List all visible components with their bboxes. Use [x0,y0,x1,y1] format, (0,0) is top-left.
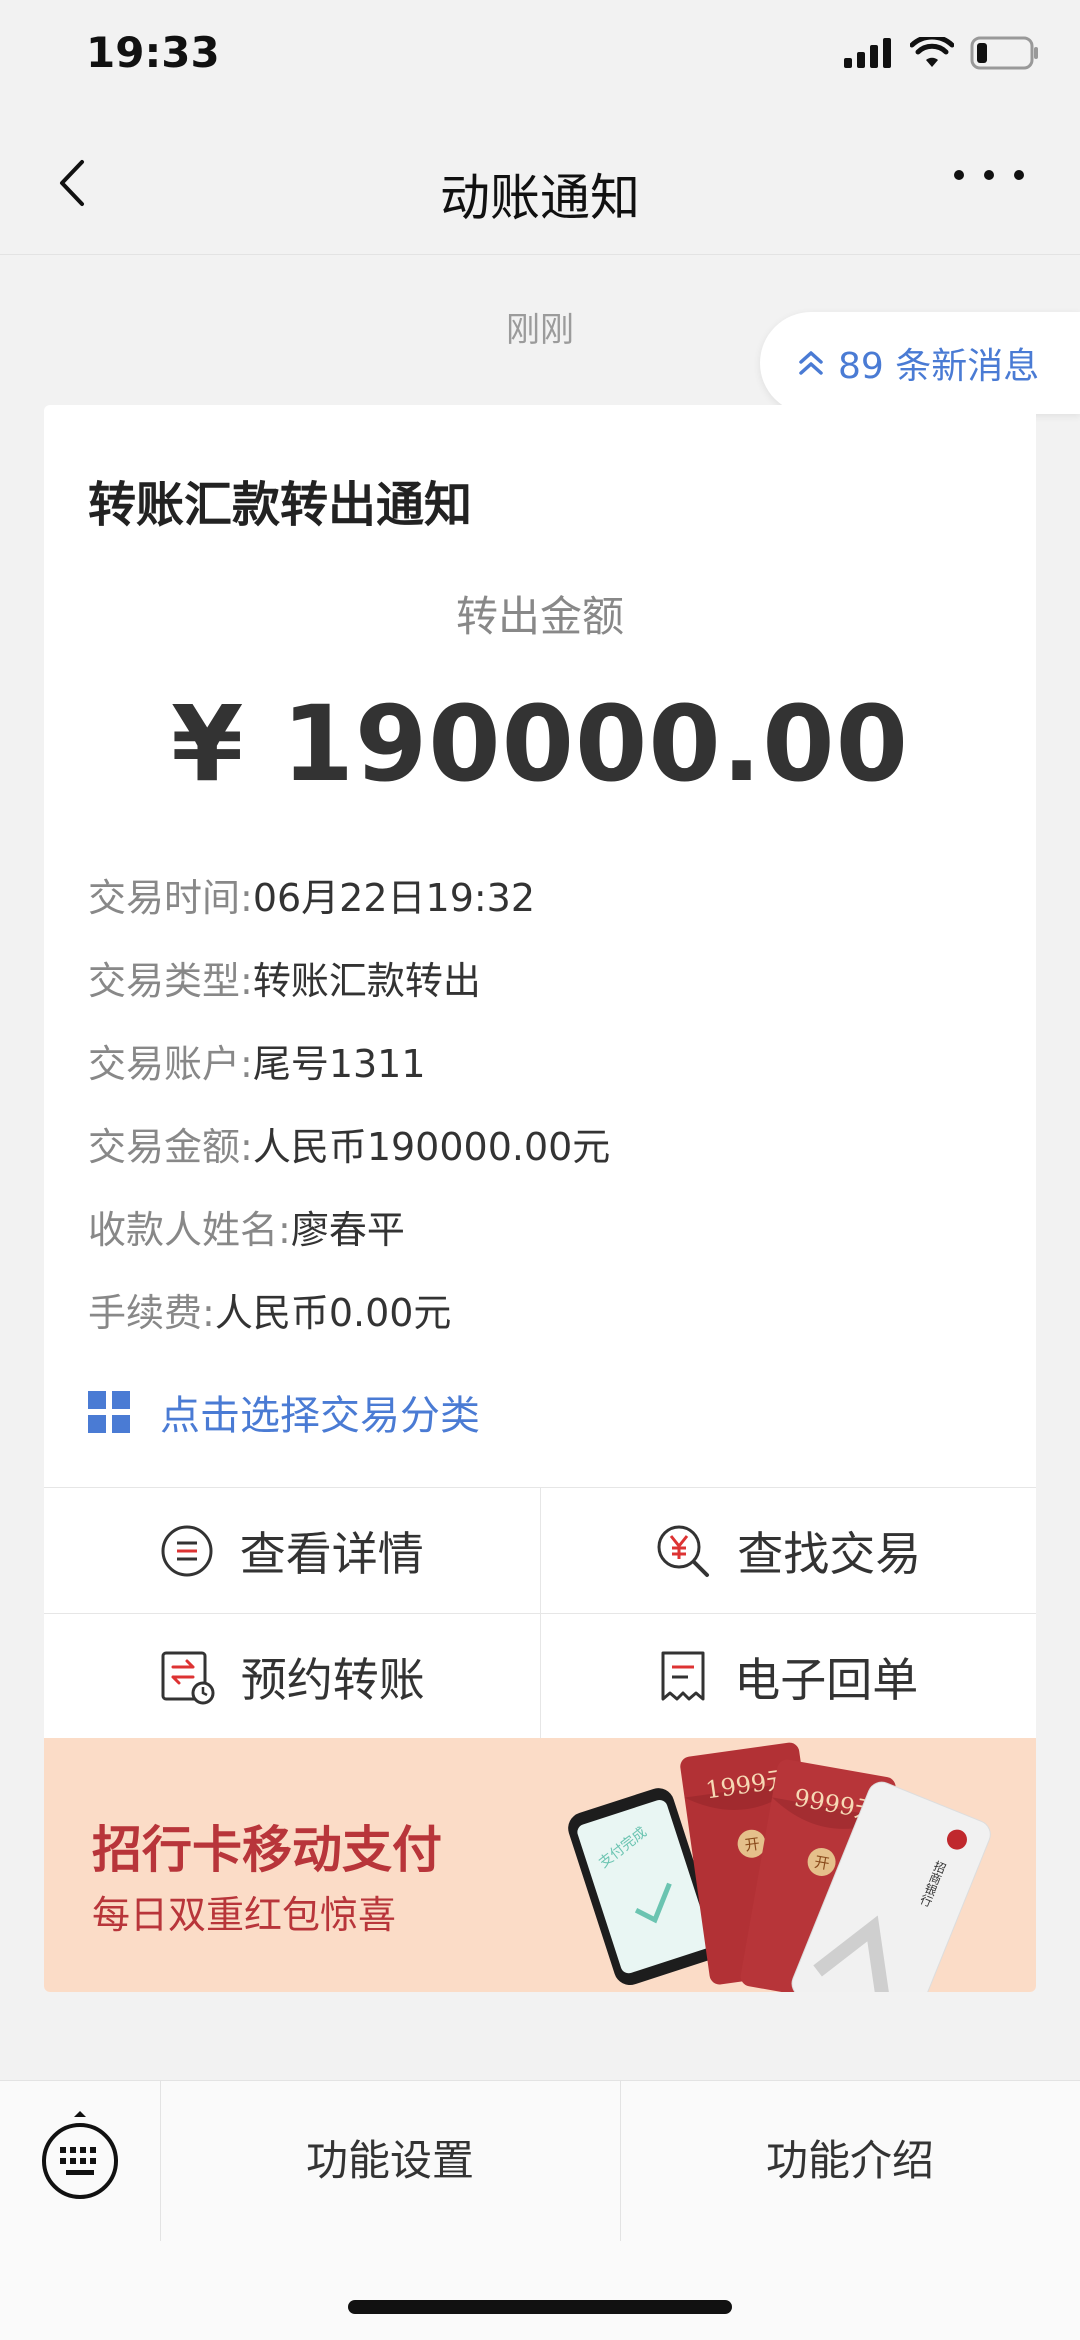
detail-value: 人民币190000.00元 [252,1125,611,1169]
e-receipt-button[interactable]: 电子回单 [539,1614,1037,1739]
new-messages-label: 89 条新消息 [838,346,1040,387]
detail-row-amount: 交易金额:人民币190000.00元 [88,1106,610,1189]
view-details-label: 查看详情 [239,1526,424,1581]
detail-key: 交易账户: [88,1042,253,1086]
find-transaction-label: 查找交易 [737,1526,922,1581]
find-transaction-button[interactable]: 查找交易 [539,1488,1037,1613]
scheduled-transfer-label: 预约转账 [240,1652,425,1707]
amount-label: 转出金额 [455,592,624,641]
detail-row-payee: 收款人姓名:廖春平 [88,1189,610,1272]
classify-label: 点击选择交易分类 [160,1393,480,1439]
classify-transaction-link[interactable]: 点击选择交易分类 [88,1383,480,1441]
card-title: 转账汇款转出通知 [88,477,473,533]
battery-icon [970,36,1038,70]
detail-value: 尾号1311 [252,1042,426,1086]
status-time: 19:33 [86,28,220,77]
scheduled-transfer-button[interactable]: 预约转账 [44,1614,540,1739]
detail-key: 交易类型: [88,959,253,1003]
amount-value: ¥ 190000.00 [171,683,909,805]
wifi-icon [910,37,954,67]
banner-illustration: 支付完成 1999元 开 9999元 开 招商银行 [568,1742,991,1992]
scheduled-transfer-icon [161,1651,215,1704]
detail-value: 转账汇款转出 [252,959,481,1003]
detail-key: 交易金额: [88,1125,253,1169]
detail-value: 人民币0.00元 [214,1291,452,1335]
keyboard-toggle[interactable] [0,2081,161,2241]
page-title: 动账通知 [440,169,640,227]
receipt-icon [661,1651,705,1700]
detail-value: 06月22日19:32 [252,876,536,920]
detail-list: 交易时间:06月22日19:32 交易类型:转账汇款转出 交易账户:尾号1311… [88,857,610,1355]
envelope2-open: 开 [813,1853,831,1873]
function-settings-button[interactable]: 功能设置 [160,2081,621,2241]
detail-row-account: 交易账户:尾号1311 [88,1023,610,1106]
grid-icon [88,1391,130,1433]
action-grid: 查看详情 查找交易 预约转账 电子回单 [44,1487,1036,1739]
search-yuan-icon [657,1525,710,1577]
more-icon[interactable] [954,170,1024,180]
detail-row-fee: 手续费:人民币0.00元 [88,1272,610,1355]
status-bar: 19:33 [0,0,1080,110]
e-receipt-label: 电子回单 [734,1652,919,1707]
promo-banner[interactable]: 招行卡移动支付 每日双重红包惊喜 支付完成 1999元 开 9999元 开 招商… [44,1738,1036,1992]
signal-icon [844,38,891,68]
detail-value: 廖春平 [290,1208,405,1252]
status-icons [844,36,1040,70]
list-circle-icon [161,1525,213,1576]
detail-key: 收款人姓名: [88,1208,291,1252]
home-indicator[interactable] [348,2300,732,2314]
keyboard-icon [42,2111,118,2199]
view-details-button[interactable]: 查看详情 [44,1488,540,1613]
banner-title: 招行卡移动支付 [92,1821,442,1879]
detail-row-type: 交易类型:转账汇款转出 [88,940,610,1023]
new-messages-button[interactable]: 89 条新消息 [760,312,1080,414]
detail-row-time: 交易时间:06月22日19:32 [88,857,610,940]
notification-card: 转账汇款转出通知 转出金额 ¥ 190000.00 交易时间:06月22日19:… [44,405,1036,1992]
envelope1-open: 开 [744,1835,761,1855]
double-chevron-up-icon [799,351,823,375]
banner-subtitle: 每日双重红包惊喜 [92,1893,397,1937]
function-intro-button[interactable]: 功能介绍 [620,2081,1080,2241]
nav-bar: 动账通知 [0,110,1080,255]
detail-key: 交易时间: [88,876,253,920]
detail-key: 手续费: [88,1291,215,1335]
